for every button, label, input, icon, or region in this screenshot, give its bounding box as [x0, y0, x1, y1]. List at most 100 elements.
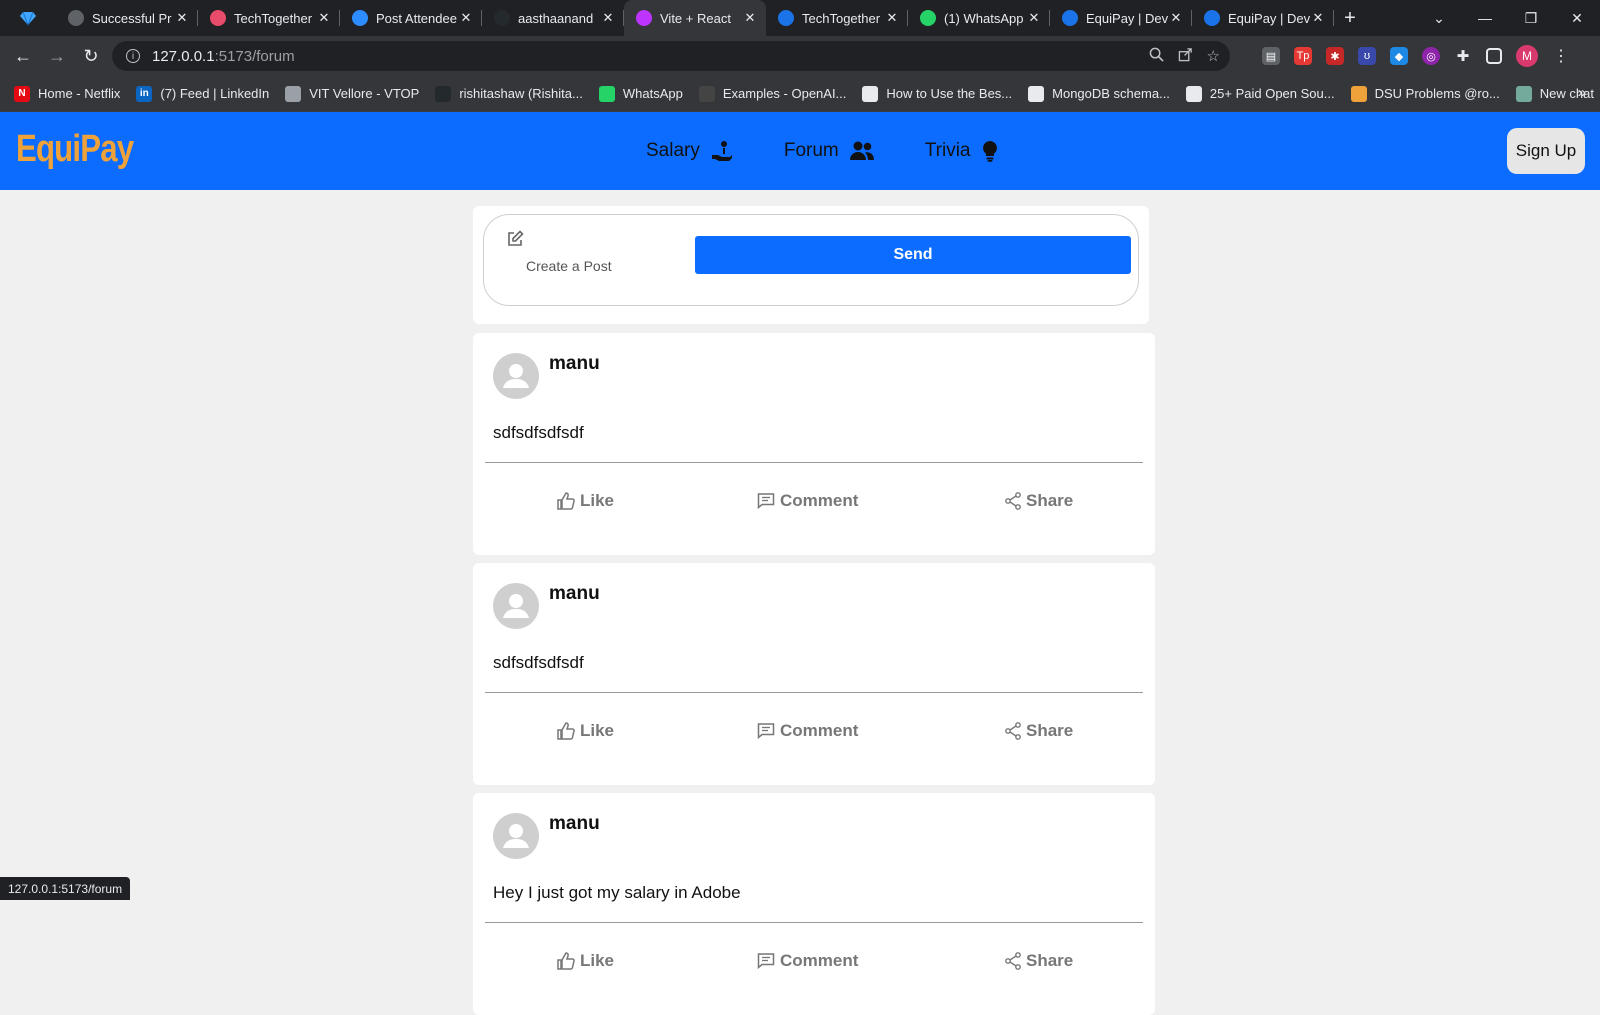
new-tab-button[interactable]: + — [1334, 0, 1366, 36]
extension-icon[interactable]: ʊ — [1358, 47, 1376, 65]
browser-tab[interactable]: Vite + React ✕ — [624, 0, 766, 36]
reload-button[interactable]: ↻ — [74, 39, 108, 73]
close-tab-icon[interactable]: ✕ — [174, 10, 190, 26]
create-post-form: Send — [483, 214, 1139, 306]
close-tab-icon[interactable]: ✕ — [458, 10, 474, 26]
bookmark-star-icon[interactable]: ☆ — [1207, 47, 1220, 65]
send-button[interactable]: Send — [695, 236, 1131, 274]
gem-extension-icon[interactable]: ◆ — [1390, 47, 1408, 65]
close-tab-icon[interactable]: ✕ — [884, 10, 900, 26]
browser-tab[interactable]: Post Attendee ✕ — [340, 0, 482, 36]
close-tab-icon[interactable]: ✕ — [1168, 10, 1184, 26]
comment-button[interactable]: Comment — [757, 491, 858, 511]
share-button[interactable]: Share — [1005, 951, 1073, 971]
browser-tab[interactable]: (1) WhatsApp ✕ — [908, 0, 1050, 36]
bookmark-item[interactable]: rishitashaw (Rishita... — [435, 85, 583, 102]
url-host: 127.0.0.1 — [152, 47, 215, 65]
hand-coin-icon — [710, 139, 734, 163]
sign-up-button[interactable]: Sign Up — [1507, 128, 1585, 174]
menu-kebab-icon[interactable]: ⋮ — [1552, 47, 1570, 65]
zoom-icon[interactable] — [1149, 47, 1164, 66]
post-author[interactable]: manu — [549, 813, 600, 835]
window-controls: ⌄ — ❐ ✕ — [1416, 0, 1600, 36]
nav-salary[interactable]: Salary — [646, 134, 734, 168]
like-button[interactable]: Like — [557, 951, 614, 971]
comment-button[interactable]: Comment — [757, 951, 858, 971]
browser-tab[interactable]: aasthaanand ✕ — [482, 0, 624, 36]
thumbs-up-icon — [557, 952, 575, 970]
post-card: manu Hey I just got my salary in Adobe Lik… — [473, 793, 1155, 1015]
address-bar[interactable]: i 127.0.0.1:5173/forum ☆ — [112, 41, 1230, 71]
share-icon — [1005, 952, 1021, 970]
like-button[interactable]: Like — [557, 491, 614, 511]
forward-button[interactable]: → — [40, 39, 74, 73]
close-tab-icon[interactable]: ✕ — [1026, 10, 1042, 26]
post-author[interactable]: manu — [549, 353, 600, 375]
browser-tab[interactable]: TechTogether ✕ — [766, 0, 908, 36]
avatar[interactable] — [493, 353, 539, 399]
bookmark-item[interactable]: VIT Vellore - VTOP — [285, 85, 419, 102]
close-tab-icon[interactable]: ✕ — [1310, 10, 1326, 26]
avatar[interactable] — [493, 813, 539, 859]
puzzle-icon[interactable]: ✚ — [1454, 47, 1472, 65]
comment-label: Comment — [780, 951, 859, 970]
bookmark-label: How to Use the Bes... — [886, 86, 1013, 101]
profile-avatar[interactable]: M — [1516, 45, 1538, 67]
like-button[interactable]: Like — [557, 721, 614, 741]
devpost-icon — [778, 10, 794, 26]
extension-icon[interactable]: ◎ — [1422, 47, 1440, 65]
bookmark-item[interactable]: N Home - Netflix — [14, 85, 121, 102]
bookmark-favicon-icon — [1028, 85, 1045, 102]
bookmarks-bar: N Home - Netflix in (7) Feed | LinkedIn VIT … — [0, 76, 1600, 112]
site-info-icon[interactable]: i — [126, 49, 140, 63]
create-post-input[interactable] — [524, 253, 688, 279]
post-author[interactable]: manu — [549, 583, 600, 605]
logo[interactable]: EquiPay — [16, 128, 134, 171]
post-card: manu sdfsdfsdfsdf Like Comment Share — [473, 563, 1155, 785]
tab-search-icon[interactable]: ⌄ — [1416, 10, 1462, 27]
browser-tab[interactable]: EquiPay | Dev ✕ — [1050, 0, 1192, 36]
post-body: sdfsdfsdfsdf — [493, 653, 584, 672]
close-tab-icon[interactable]: ✕ — [316, 10, 332, 26]
zoom-icon — [352, 10, 368, 26]
more-bookmarks-icon[interactable]: » — [1578, 84, 1586, 101]
share-button[interactable]: Share — [1005, 491, 1073, 511]
browser-tab[interactable]: EquiPay | Dev ✕ — [1192, 0, 1334, 36]
bookmark-label: Home - Netflix — [38, 86, 121, 101]
bookmark-item[interactable]: DSU Problems @ro... — [1350, 85, 1500, 102]
browser-tab[interactable]: TechTogether ✕ — [198, 0, 340, 36]
comment-button[interactable]: Comment — [757, 721, 858, 741]
bookmark-label: (7) Feed | LinkedIn — [160, 86, 270, 101]
browser-toolbar: ← → ↻ i 127.0.0.1:5173/forum ☆ ▤ Tp ✱ ʊ … — [0, 36, 1600, 76]
devpost-icon — [1062, 10, 1078, 26]
post-card: manu sdfsdfsdfsdf Like Comment Share — [473, 333, 1155, 555]
pinned-tab[interactable] — [0, 0, 56, 36]
restore-icon[interactable]: ❐ — [1508, 10, 1554, 27]
browser-tab[interactable]: Successful Pr ✕ — [56, 0, 198, 36]
minimize-icon[interactable]: — — [1462, 10, 1508, 26]
bookmark-label: rishitashaw (Rishita... — [459, 86, 583, 101]
bookmark-item[interactable]: WhatsApp — [598, 85, 683, 102]
post-actions: Like Comment Share — [473, 721, 1155, 751]
bookmark-item[interactable]: 25+ Paid Open Sou... — [1185, 85, 1335, 102]
main-nav: Salary Forum Trivia — [646, 134, 1049, 168]
side-panel-icon[interactable] — [1486, 48, 1502, 64]
close-window-icon[interactable]: ✕ — [1554, 10, 1600, 27]
extension-icon[interactable]: ▤ — [1262, 47, 1280, 65]
close-tab-icon[interactable]: ✕ — [742, 10, 758, 26]
bookmark-item[interactable]: How to Use the Bes... — [862, 85, 1013, 102]
back-button[interactable]: ← — [6, 39, 40, 73]
browser-tab-strip: Successful Pr ✕ TechTogether ✕ Post Attendee… — [0, 0, 1600, 36]
nav-forum[interactable]: Forum — [784, 134, 875, 168]
bookmark-item[interactable]: in (7) Feed | LinkedIn — [136, 85, 270, 102]
close-tab-icon[interactable]: ✕ — [600, 10, 616, 26]
avatar[interactable] — [493, 583, 539, 629]
nav-trivia[interactable]: Trivia — [925, 134, 999, 168]
share-button[interactable]: Share — [1005, 721, 1073, 741]
share-page-icon[interactable] — [1178, 47, 1193, 66]
bookmark-item[interactable]: MongoDB schema... — [1028, 85, 1170, 102]
bookmark-label: WhatsApp — [622, 86, 683, 101]
extension-icon[interactable]: Tp — [1294, 47, 1312, 65]
bookmark-item[interactable]: Examples - OpenAI... — [698, 85, 846, 102]
extension-icon[interactable]: ✱ — [1326, 47, 1344, 65]
